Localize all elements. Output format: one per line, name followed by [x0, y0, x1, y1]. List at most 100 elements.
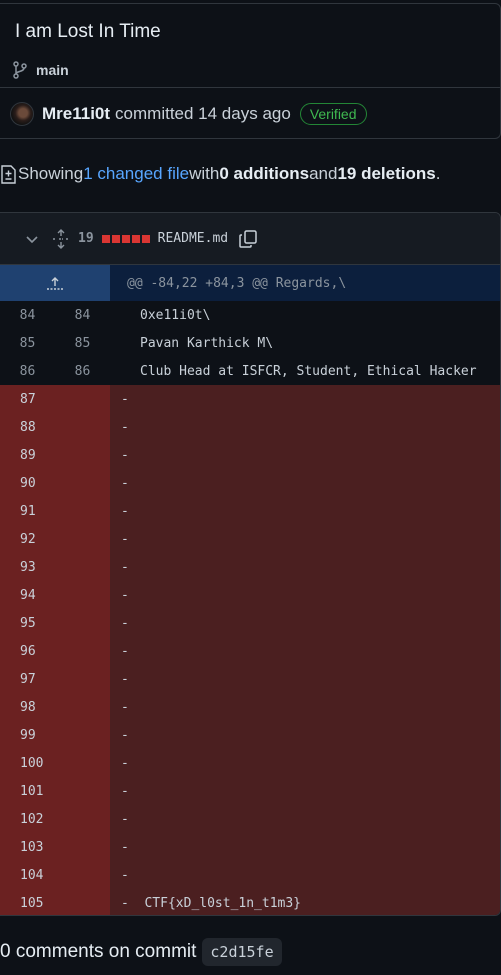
commit-time: committed 14 days ago: [115, 104, 291, 123]
changed-files-link[interactable]: 1 changed file: [83, 164, 189, 184]
deleted-line-number[interactable]: 105: [0, 889, 110, 915]
hunk-header: @@ -84,22 +84,3 @@ Regards,\: [0, 265, 500, 301]
branch-name: main: [36, 62, 69, 78]
deleted-line-number[interactable]: 100: [0, 749, 110, 777]
deleted-line-number[interactable]: 95: [0, 609, 110, 637]
deleted-line: 93-: [0, 553, 500, 581]
deleted-line: 100-: [0, 749, 500, 777]
line-code: -: [121, 867, 129, 883]
line-code: -: [121, 391, 129, 407]
deleted-line: 101-: [0, 777, 500, 805]
line-code: -: [121, 615, 129, 631]
branch-link[interactable]: main: [12, 61, 69, 79]
deleted-line: 102-: [0, 805, 500, 833]
summary-end: .: [435, 164, 441, 183]
deleted-line-number[interactable]: 104: [0, 861, 110, 889]
chevron-down-icon[interactable]: [24, 231, 40, 247]
old-line-number[interactable]: 86: [0, 364, 55, 379]
deleted-line-number[interactable]: 94: [0, 581, 110, 609]
copy-icon[interactable]: [238, 229, 258, 249]
summary-prefix: Showing: [18, 164, 84, 183]
context-line: 86 86 Club Head at ISFCR, Student, Ethical…: [0, 357, 500, 385]
verified-badge[interactable]: Verified: [299, 103, 367, 125]
deleted-line-number[interactable]: 90: [0, 469, 110, 497]
deletions-count: 19 deletions: [337, 164, 436, 183]
old-line-number[interactable]: 85: [0, 336, 55, 351]
context-lines: 84 84 0xe11i0t\ 85 85 Pavan Karthick M\ 86 86 Cl…: [0, 301, 500, 385]
line-code: 0xe11i0t\: [140, 307, 211, 323]
new-line-number[interactable]: 86: [55, 364, 110, 379]
old-line-number[interactable]: 84: [0, 308, 55, 323]
line-code: -: [121, 699, 129, 715]
deleted-line: 103-: [0, 833, 500, 861]
expand-all-icon[interactable]: [52, 228, 70, 249]
comments-heading: 0 comments on commit c2d15fe: [0, 938, 282, 966]
change-count: 19: [78, 231, 94, 246]
commit-author-bar: Mre11i0t committed 14 days ago Verified: [0, 88, 501, 139]
line-code: -: [121, 475, 129, 491]
deleted-line-number[interactable]: 96: [0, 637, 110, 665]
expand-up-icon: [47, 277, 63, 290]
deleted-lines: 87-88-89-90-91-92-93-94-95-96-97-98-99-1…: [0, 385, 500, 915]
diffstat-blocks: [101, 234, 150, 243]
deleted-line-number[interactable]: 93: [0, 553, 110, 581]
line-code: -: [121, 559, 129, 575]
hunk-range: @@ -84,22 +84,3 @@ Regards,\: [110, 265, 500, 301]
deleted-line: 89-: [0, 441, 500, 469]
deleted-line-number[interactable]: 102: [0, 805, 110, 833]
line-code: -: [121, 783, 129, 799]
line-code: -: [121, 643, 129, 659]
line-code: -: [121, 755, 129, 771]
deleted-line-number[interactable]: 98: [0, 693, 110, 721]
deleted-line-number[interactable]: 88: [0, 413, 110, 441]
deleted-line: 96-: [0, 637, 500, 665]
file-name[interactable]: README.md: [158, 231, 228, 246]
summary-and: and: [309, 164, 338, 183]
author-name[interactable]: Mre11i0t: [42, 104, 110, 124]
deleted-line: 105 - CTF{xD_l0st_1n_t1m3}: [0, 889, 500, 915]
new-line-number[interactable]: 84: [55, 308, 110, 323]
expand-up-button[interactable]: [0, 265, 110, 301]
deleted-line: 92-: [0, 525, 500, 553]
git-branch-icon: [13, 61, 27, 79]
file-diff-icon: [1, 164, 16, 184]
deleted-line-number[interactable]: 92: [0, 525, 110, 553]
context-line: 85 85 Pavan Karthick M\: [0, 329, 500, 357]
commit-sha[interactable]: c2d15fe: [202, 938, 282, 966]
diff-summary: Showing 1 changed file with 0 additions …: [0, 164, 440, 184]
commit-header: I am Lost In Time main: [0, 3, 501, 88]
line-code: -: [121, 727, 129, 743]
comments-count: 0 comments on commit: [0, 941, 197, 962]
deleted-line: 94-: [0, 581, 500, 609]
file-header: 19 README.md: [0, 213, 500, 265]
deleted-line-number[interactable]: 101: [0, 777, 110, 805]
deleted-line-number[interactable]: 103: [0, 833, 110, 861]
deleted-line-number[interactable]: 97: [0, 665, 110, 693]
line-code: - CTF{xD_l0st_1n_t1m3}: [121, 895, 302, 911]
line-code: -: [121, 811, 129, 827]
new-line-number[interactable]: 85: [55, 336, 110, 351]
deleted-line-number[interactable]: 89: [0, 441, 110, 469]
avatar[interactable]: [10, 102, 34, 126]
deleted-line: 98-: [0, 693, 500, 721]
deleted-line: 87-: [0, 385, 500, 413]
line-code: -: [121, 503, 129, 519]
deleted-line-number[interactable]: 91: [0, 497, 110, 525]
line-code: -: [121, 839, 129, 855]
deleted-line: 99-: [0, 721, 500, 749]
deleted-line: 97-: [0, 665, 500, 693]
line-code: -: [121, 447, 129, 463]
summary-mid: with: [189, 164, 220, 183]
deleted-line-number[interactable]: 99: [0, 721, 110, 749]
context-line: 84 84 0xe11i0t\: [0, 301, 500, 329]
deleted-line-number[interactable]: 87: [0, 385, 110, 413]
line-code: -: [121, 671, 129, 687]
line-code: Pavan Karthick M\: [140, 335, 274, 351]
deleted-line: 95-: [0, 609, 500, 637]
deleted-line: 90-: [0, 469, 500, 497]
line-code: -: [121, 531, 129, 547]
file-diff: 19 README.md @@ -84,22 +84,3 @@ Regards,…: [0, 212, 501, 916]
deleted-line: 88-: [0, 413, 500, 441]
deleted-line: 91-: [0, 497, 500, 525]
line-code: -: [121, 419, 129, 435]
